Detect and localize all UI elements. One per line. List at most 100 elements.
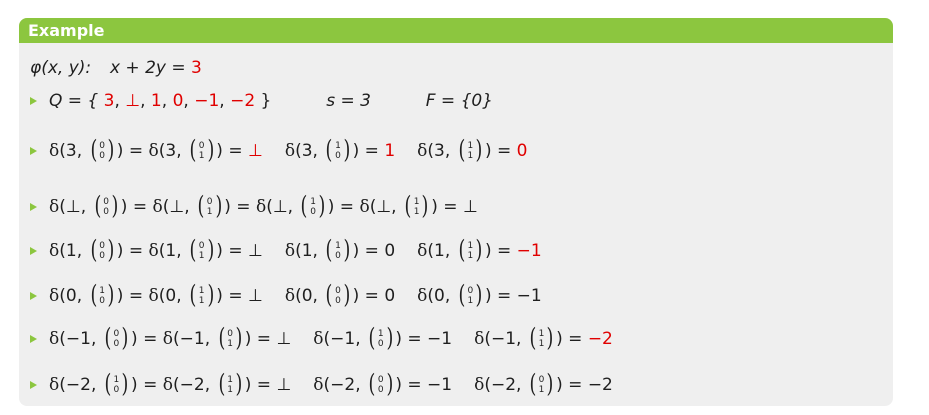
paren-left: ( bbox=[458, 135, 465, 164]
paren-right: ) bbox=[318, 191, 326, 220]
vector-stack: 11 bbox=[413, 197, 421, 217]
input-vector: (1 1) bbox=[528, 323, 555, 352]
delta-symbol: δ bbox=[474, 329, 485, 349]
vector-top: 0 bbox=[227, 329, 233, 339]
paren-left: ( bbox=[404, 191, 412, 220]
delta-symbol: δ bbox=[417, 286, 428, 306]
delta-symbol: δ bbox=[313, 329, 324, 349]
delta-symbol: δ bbox=[49, 241, 60, 261]
equals: = bbox=[491, 241, 517, 261]
vector-top: 1 bbox=[99, 286, 106, 296]
vector-top: 1 bbox=[113, 375, 120, 385]
state-label: ⊥ bbox=[376, 197, 392, 217]
vector-stack: 01 bbox=[466, 286, 474, 306]
paren-right: ) bbox=[475, 135, 483, 164]
paren: ) bbox=[556, 329, 563, 349]
paren-left: ( bbox=[458, 280, 465, 309]
result: ⊥ bbox=[276, 375, 292, 395]
paren-left: ( bbox=[458, 235, 465, 264]
q-sep: , bbox=[183, 91, 195, 111]
paren-right: ) bbox=[475, 235, 483, 264]
q-values: 3, ⊥, 1, 0, −1, −2 bbox=[104, 91, 255, 111]
vector-top: 0 bbox=[467, 286, 474, 296]
vector-top: 0 bbox=[335, 286, 341, 296]
input-vector: (1 0) bbox=[324, 235, 351, 264]
paren-right: ) bbox=[107, 235, 115, 264]
state-label: 1 bbox=[434, 241, 445, 261]
state-label: 1 bbox=[301, 241, 313, 261]
comma: , bbox=[444, 286, 456, 306]
comma: , bbox=[444, 141, 456, 161]
input-vector: (1 0) bbox=[367, 323, 394, 352]
paren-left: ( bbox=[368, 323, 376, 352]
equals: = bbox=[359, 241, 385, 261]
vector-stack: 01 bbox=[538, 375, 546, 395]
vector-bottom: 0 bbox=[335, 251, 341, 261]
comma: , bbox=[355, 329, 367, 349]
vector-stack: 00 bbox=[102, 197, 110, 217]
delta-symbol: δ bbox=[49, 141, 60, 161]
equals: = bbox=[137, 375, 163, 395]
bullet-icon bbox=[30, 147, 37, 155]
equals: = bbox=[359, 286, 385, 306]
paren-left: ( bbox=[300, 191, 308, 220]
comma: , bbox=[76, 141, 88, 161]
q-value: 0 bbox=[172, 91, 184, 111]
vector-top: 0 bbox=[377, 375, 384, 385]
delta-symbol: δ bbox=[417, 241, 428, 261]
equals: = bbox=[222, 141, 248, 161]
vector-top: 0 bbox=[206, 197, 213, 207]
vector-bottom: 1 bbox=[467, 151, 474, 161]
vector-stack: 01 bbox=[226, 329, 234, 349]
paren-right: ) bbox=[343, 235, 351, 264]
start-state: s = 3 bbox=[326, 91, 371, 111]
bullet-icon bbox=[30, 97, 37, 105]
bullet-icon bbox=[30, 247, 37, 255]
paren: ( bbox=[484, 329, 491, 349]
comma: , bbox=[287, 197, 299, 217]
vector-top: 0 bbox=[113, 329, 120, 339]
vector-top: 1 bbox=[467, 141, 474, 151]
input-vector: (0 1) bbox=[457, 280, 484, 309]
state-label: 3 bbox=[65, 141, 77, 161]
vector-stack: 11 bbox=[538, 329, 546, 349]
paren-right: ) bbox=[546, 323, 554, 352]
delta-symbol: δ bbox=[49, 286, 60, 306]
q-label: Q = { bbox=[49, 91, 99, 111]
input-vector: (0 1) bbox=[217, 323, 244, 352]
paren-right: ) bbox=[235, 369, 243, 398]
state-label: 3 bbox=[434, 141, 445, 161]
paren-right: ) bbox=[546, 369, 554, 398]
equals: = bbox=[491, 141, 517, 161]
paren-right: ) bbox=[206, 135, 214, 164]
transition-row: δ(−2, (1 0)) = δ(−2, (1 1)) = ⊥ δ(−2, (0 0))… bbox=[30, 369, 613, 398]
delta-symbol: δ bbox=[148, 286, 159, 306]
state-label: 0 bbox=[165, 286, 177, 306]
equals: = bbox=[401, 329, 428, 349]
paren-right: ) bbox=[235, 323, 243, 352]
delta-symbol: δ bbox=[359, 197, 370, 217]
state-label: ⊥ bbox=[65, 197, 81, 217]
vector-top: 1 bbox=[377, 329, 384, 339]
comma: , bbox=[355, 375, 367, 395]
paren: ( bbox=[484, 375, 491, 395]
q-value: 1 bbox=[150, 91, 162, 111]
comma: , bbox=[90, 375, 102, 395]
q-sep: , bbox=[140, 91, 151, 111]
result: 0 bbox=[384, 241, 396, 261]
result: −1 bbox=[427, 329, 453, 349]
delta-symbol: δ bbox=[152, 197, 163, 217]
state-label: −1 bbox=[179, 329, 205, 349]
comma: , bbox=[312, 241, 324, 261]
comma: , bbox=[76, 241, 88, 261]
input-vector: (1 1) bbox=[188, 280, 215, 309]
paren: ( bbox=[59, 329, 66, 349]
paren-left: ( bbox=[189, 235, 197, 264]
paren-right: ) bbox=[206, 280, 214, 309]
transition-row: δ(0, (1 0)) = δ(0, (1 1)) = ⊥ δ(0, (0 0)) = … bbox=[30, 280, 542, 309]
state-label: 3 bbox=[301, 141, 313, 161]
paren: ) bbox=[224, 197, 231, 217]
paren: ( bbox=[295, 141, 302, 161]
vector-top: 0 bbox=[538, 375, 545, 385]
input-vector: (1 0) bbox=[324, 137, 351, 162]
